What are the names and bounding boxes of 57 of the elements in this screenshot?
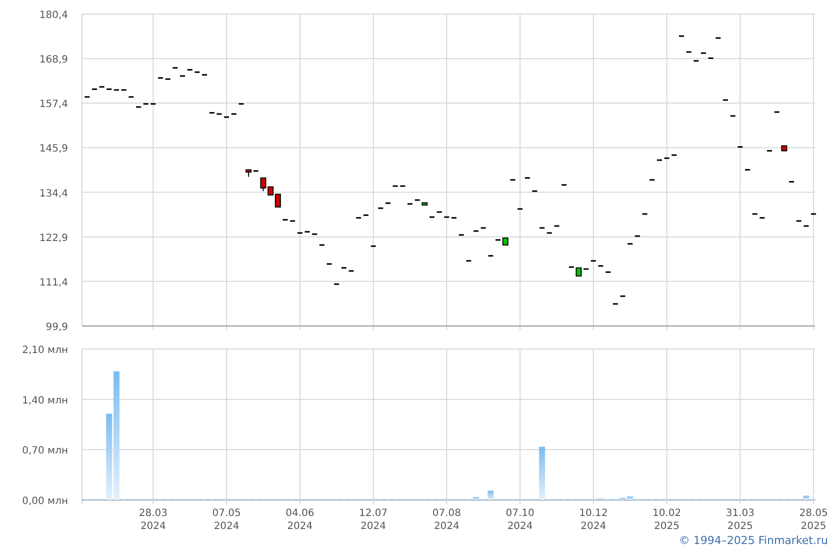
candlestick	[694, 60, 699, 62]
axis-label: 0,70 млн	[22, 446, 68, 457]
candlestick	[562, 184, 567, 186]
axis-label: 145,9	[39, 144, 68, 155]
candlestick	[738, 146, 743, 148]
candlestick	[524, 177, 530, 179]
candlestick	[532, 190, 538, 192]
axis-label: 0,00 млн	[22, 496, 68, 507]
axis-label: 168,9	[39, 54, 68, 66]
axis-label: 1,40 млн	[22, 395, 68, 406]
candlestick	[518, 208, 523, 210]
axis-label: 10.02 2025	[652, 508, 682, 532]
candlestick	[789, 181, 794, 183]
copyright-text: © 1994–2025 Finmarket.ru	[678, 534, 828, 547]
candlestick	[612, 303, 618, 305]
axis-label: 10.12 2024	[579, 508, 608, 532]
axis-label: 157,4	[39, 99, 68, 110]
candlestick	[510, 179, 516, 181]
axis-label: 2,10 млн	[22, 345, 68, 356]
axis-label: 31.03 2025	[726, 508, 754, 532]
candlestick	[716, 37, 721, 39]
candlestick	[466, 260, 472, 262]
candlestick	[334, 283, 340, 285]
candlestick	[319, 244, 324, 246]
axis-label: 134,4	[39, 188, 68, 200]
candlestick	[730, 115, 736, 117]
axis-label: 99,9	[46, 322, 68, 333]
axis-label: 07.10 2024	[506, 508, 534, 532]
candlestick	[84, 96, 90, 98]
axis-label: 180,4	[39, 10, 68, 21]
axis-label: 04.06 2024	[286, 508, 314, 532]
candlestick	[767, 150, 772, 152]
candlestick	[172, 67, 178, 69]
candlestick	[326, 263, 332, 265]
candlestick	[686, 51, 692, 53]
candlestick	[650, 179, 655, 181]
axis-label: 07.08 2024	[432, 508, 461, 532]
axis-label: 111,4	[39, 277, 68, 288]
candlestick	[628, 243, 633, 245]
axis-label: 07.05 2024	[212, 508, 241, 532]
candlestick	[642, 213, 648, 215]
candlestick	[745, 169, 750, 171]
axis-label: 28.05 2025	[799, 508, 828, 532]
candlestick	[774, 111, 780, 113]
candlestick	[781, 145, 788, 152]
axis-label: 122,9	[39, 232, 68, 244]
candlestick	[722, 99, 728, 101]
axis-label: 28.03 2024	[138, 508, 168, 532]
candlestick	[238, 103, 244, 105]
candlestick	[488, 255, 494, 257]
candlestick	[620, 295, 626, 297]
candlestick	[370, 245, 376, 247]
candlestick	[811, 213, 816, 215]
candlestick	[634, 235, 640, 237]
axis-label: 12.07 2024	[358, 508, 388, 532]
candlestick	[458, 234, 464, 236]
candlestick	[678, 35, 684, 37]
